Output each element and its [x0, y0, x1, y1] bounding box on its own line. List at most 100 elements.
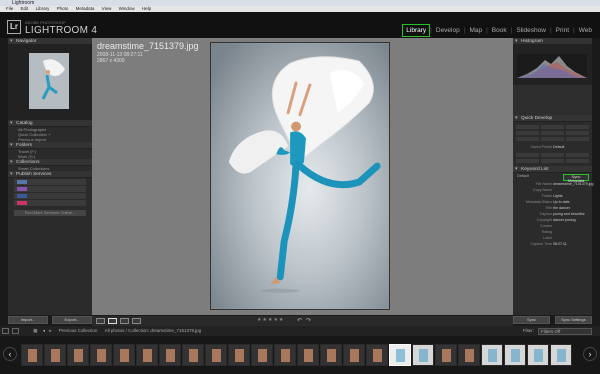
filmstrip-thumb[interactable] [549, 344, 572, 366]
folders-header[interactable]: Folders [8, 142, 92, 149]
filmstrip-thumb[interactable] [112, 344, 135, 366]
grid-view-icon[interactable] [96, 318, 105, 324]
filmstrip-thumb[interactable] [457, 344, 480, 366]
publish-service-row[interactable] [14, 186, 86, 192]
filmstrip-thumb[interactable] [434, 344, 457, 366]
service-icon [17, 201, 27, 205]
filmstrip-thumb[interactable] [273, 344, 296, 366]
histogram[interactable] [513, 45, 592, 85]
qd-button[interactable] [566, 153, 589, 157]
filmstrip-thumb[interactable] [89, 344, 112, 366]
filmstrip-thumb[interactable] [319, 344, 342, 366]
sync-metadata-button[interactable]: Sync Metadata [563, 174, 589, 183]
filmstrip-thumb[interactable] [411, 344, 434, 366]
photo-dimensions: 2867 x 4300 [97, 58, 125, 64]
saved-preset-row[interactable]: Saved Preset Default [513, 144, 592, 150]
find-more-services-button[interactable]: Find More Services Online... [14, 210, 86, 216]
photo-filename: dreamstime_7151379.jpg [97, 41, 199, 51]
main-photo[interactable] [210, 42, 390, 310]
rotate-right-icon[interactable]: ↷ [306, 317, 311, 324]
import-button[interactable]: Import... [8, 316, 48, 324]
publish-service-row[interactable] [14, 193, 86, 199]
publish-service-row[interactable] [14, 179, 86, 185]
sync-button[interactable]: Sync [513, 316, 550, 324]
filmstrip-thumb[interactable] [480, 344, 503, 366]
navigator-preview[interactable] [8, 45, 92, 120]
saved-preset-label: Saved Preset [530, 145, 552, 149]
filmstrip-right-arrow-icon[interactable]: › [583, 347, 597, 361]
qd-button[interactable] [516, 153, 539, 157]
module-map[interactable]: Map [465, 25, 486, 36]
filmstrip-left-arrow-icon[interactable]: ‹ [3, 347, 17, 361]
filmstrip-thumb[interactable] [227, 344, 250, 366]
page-1-icon[interactable] [2, 328, 9, 334]
loupe-view-icon[interactable] [108, 318, 117, 324]
library-toolbar: ★★★★★ ↶ ↷ [92, 316, 513, 326]
qd-button[interactable] [541, 159, 564, 163]
selection-text[interactable]: All photos / Collection: dreamstime_7151… [105, 328, 202, 333]
filmstrip-thumb-selected[interactable] [388, 344, 411, 366]
qd-button[interactable] [541, 125, 564, 129]
rotate-left-icon[interactable]: ↶ [297, 317, 302, 324]
qd-button[interactable] [541, 131, 564, 135]
module-slideshow[interactable]: Slideshow [512, 25, 550, 36]
qd-button[interactable] [566, 137, 589, 141]
filmstrip-thumb[interactable] [181, 344, 204, 366]
filmstrip-thumb[interactable] [66, 344, 89, 366]
meta-value[interactable]: 08:27:11 [553, 241, 567, 247]
filmstrip-thumb[interactable] [365, 344, 388, 366]
qd-button[interactable] [566, 159, 589, 163]
quick-develop-grid-2 [513, 150, 592, 166]
survey-view-icon[interactable] [132, 318, 141, 324]
export-button[interactable]: Export... [52, 316, 92, 324]
module-picker: Library | Develop | Map | Book | Slidesh… [402, 24, 596, 37]
forward-arrow-icon[interactable]: ▸ [49, 328, 51, 333]
service-icon [17, 194, 27, 198]
page-2-icon[interactable] [12, 328, 19, 334]
quick-develop-header[interactable]: Quick Develop [513, 115, 592, 122]
qd-button[interactable] [516, 125, 539, 129]
filmstrip-thumb[interactable] [20, 344, 43, 366]
filmstrip-thumb[interactable] [526, 344, 549, 366]
qd-button[interactable] [516, 137, 539, 141]
filmstrip-thumb[interactable] [250, 344, 273, 366]
meta-key: Capture Time [530, 242, 552, 246]
navigator-thumbnail[interactable] [29, 53, 69, 109]
saved-preset-value[interactable]: Default [553, 144, 564, 150]
publish-services-header[interactable]: Publish Services [8, 171, 92, 178]
module-web[interactable]: Web [575, 25, 596, 36]
filmstrip-thumb[interactable] [204, 344, 227, 366]
qd-button[interactable] [541, 153, 564, 157]
back-arrow-icon[interactable]: ◂ [43, 328, 45, 333]
filmstrip-thumb[interactable] [43, 344, 66, 366]
filmstrip-thumb[interactable] [135, 344, 158, 366]
qd-button[interactable] [516, 131, 539, 135]
module-book[interactable]: Book [488, 25, 511, 36]
filter-dropdown[interactable]: Filters Off [538, 327, 592, 335]
module-print[interactable]: Print [552, 25, 573, 36]
compare-view-icon[interactable] [120, 318, 129, 324]
collections-header[interactable]: Collections [8, 159, 92, 166]
filmstrip-thumb[interactable] [342, 344, 365, 366]
star-rating[interactable]: ★★★★★ [257, 317, 284, 323]
histogram-header[interactable]: Histogram [513, 38, 592, 45]
publish-service-row[interactable] [14, 200, 86, 206]
catalog-header[interactable]: Catalog [8, 120, 92, 127]
loupe-view[interactable]: dreamstime_7151379.jpg 2008-11-13 08:27:… [92, 38, 513, 315]
source-label[interactable]: Previous Collection [59, 328, 98, 333]
photo-info: 2008-11-13 08:27:11 2867 x 4300 [97, 52, 143, 64]
filmstrip-thumb[interactable] [158, 344, 181, 366]
metadata-preset[interactable]: Default [517, 174, 529, 178]
filmstrip-thumb[interactable] [296, 344, 319, 366]
qd-button[interactable] [516, 159, 539, 163]
grid-icon[interactable]: ▦ [33, 328, 37, 333]
qd-button[interactable] [541, 137, 564, 141]
qd-button[interactable] [566, 131, 589, 135]
keyword-list-header[interactable]: Keyword List [513, 166, 592, 173]
qd-button[interactable] [566, 125, 589, 129]
navigator-header[interactable]: Navigator [8, 38, 92, 45]
filmstrip-thumb[interactable] [503, 344, 526, 366]
module-develop[interactable]: Develop [432, 25, 464, 36]
sync-settings-button[interactable]: Sync Settings [555, 316, 592, 324]
module-library[interactable]: Library [402, 24, 431, 37]
